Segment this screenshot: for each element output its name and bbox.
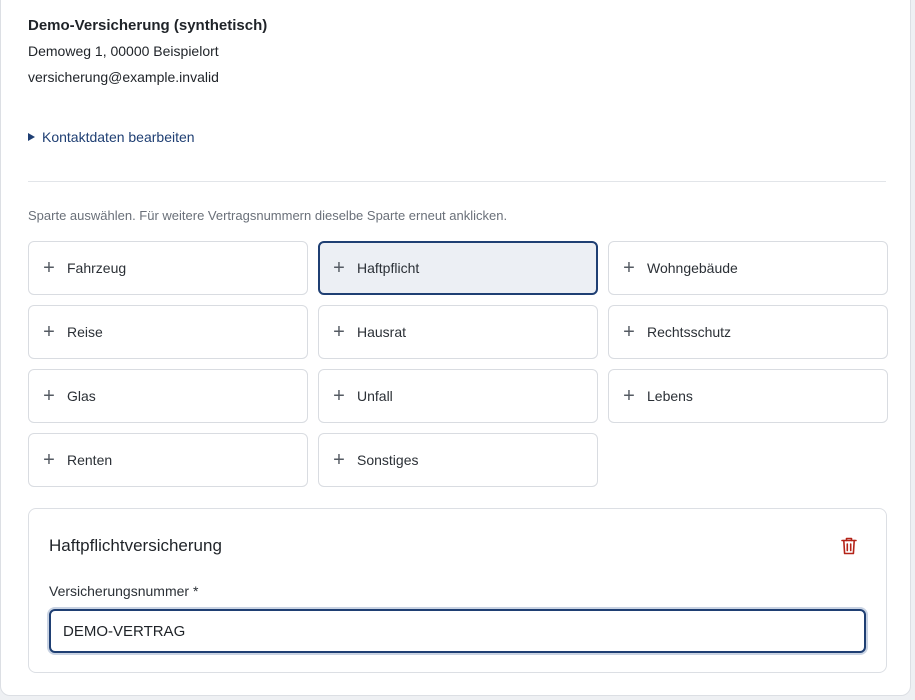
category-tile-glas[interactable]: + Glas <box>28 369 308 423</box>
category-tile-fahrzeug[interactable]: + Fahrzeug <box>28 241 308 295</box>
plus-icon: + <box>333 257 345 279</box>
company-name: Demo-Versicherung (synthetisch) <box>28 17 268 34</box>
plus-icon: + <box>333 321 345 343</box>
category-tile-unfall[interactable]: + Unfall <box>318 369 598 423</box>
category-label: Lebens <box>647 388 693 404</box>
category-tile-hausrat[interactable]: + Hausrat <box>318 305 598 359</box>
edit-contact-label: Kontaktdaten bearbeiten <box>42 129 195 145</box>
category-label: Rechtsschutz <box>647 324 732 340</box>
category-label: Haftpflicht <box>357 260 420 276</box>
plus-icon: + <box>43 321 55 343</box>
trash-icon <box>841 537 857 555</box>
category-tile-rechtsschutz[interactable]: + Rechtsschutz <box>608 305 888 359</box>
plus-icon: + <box>43 385 55 407</box>
category-label: Sonstiges <box>357 452 419 468</box>
category-hint: Sparte auswählen. Für weitere Vertragsnu… <box>28 208 508 223</box>
category-tile-wohngebaeude[interactable]: + Wohngebäude <box>608 241 888 295</box>
category-label: Hausrat <box>357 324 407 340</box>
category-grid: + Fahrzeug + Haftpflicht + Wohngebäude +… <box>28 241 888 487</box>
category-tile-reise[interactable]: + Reise <box>28 305 308 359</box>
company-email: versicherung@example.invalid <box>28 69 219 85</box>
section-divider <box>28 181 886 182</box>
category-tile-renten[interactable]: + Renten <box>28 433 308 487</box>
policy-number-label: Versicherungsnummer * <box>49 583 199 599</box>
policy-title: Haftpflichtversicherung <box>49 536 222 555</box>
plus-icon: + <box>623 257 635 279</box>
delete-policy-button[interactable] <box>840 536 858 556</box>
company-address: Demoweg 1, 00000 Beispielort <box>28 43 219 59</box>
category-label: Wohngebäude <box>647 260 738 276</box>
policy-number-input[interactable] <box>49 609 866 653</box>
contact-card: Demo-Versicherung (synthetisch) Demoweg … <box>0 0 911 696</box>
plus-icon: + <box>333 385 345 407</box>
category-tile-haftpflicht[interactable]: + Haftpflicht <box>318 241 598 295</box>
plus-icon: + <box>623 385 635 407</box>
plus-icon: + <box>43 449 55 471</box>
category-tile-sonstiges[interactable]: + Sonstiges <box>318 433 598 487</box>
category-label: Renten <box>67 452 113 468</box>
category-label: Reise <box>67 324 103 340</box>
plus-icon: + <box>43 257 55 279</box>
policy-panel: Haftpflichtversicherung Versicherungsnum… <box>28 508 887 673</box>
plus-icon: + <box>623 321 635 343</box>
category-tile-lebens[interactable]: + Lebens <box>608 369 888 423</box>
category-label: Glas <box>67 388 96 404</box>
disclosure-triangle-icon <box>28 133 35 141</box>
edit-contact-toggle[interactable]: Kontaktdaten bearbeiten <box>28 129 195 145</box>
plus-icon: + <box>333 449 345 471</box>
category-label: Fahrzeug <box>67 260 127 276</box>
category-label: Unfall <box>357 388 393 404</box>
